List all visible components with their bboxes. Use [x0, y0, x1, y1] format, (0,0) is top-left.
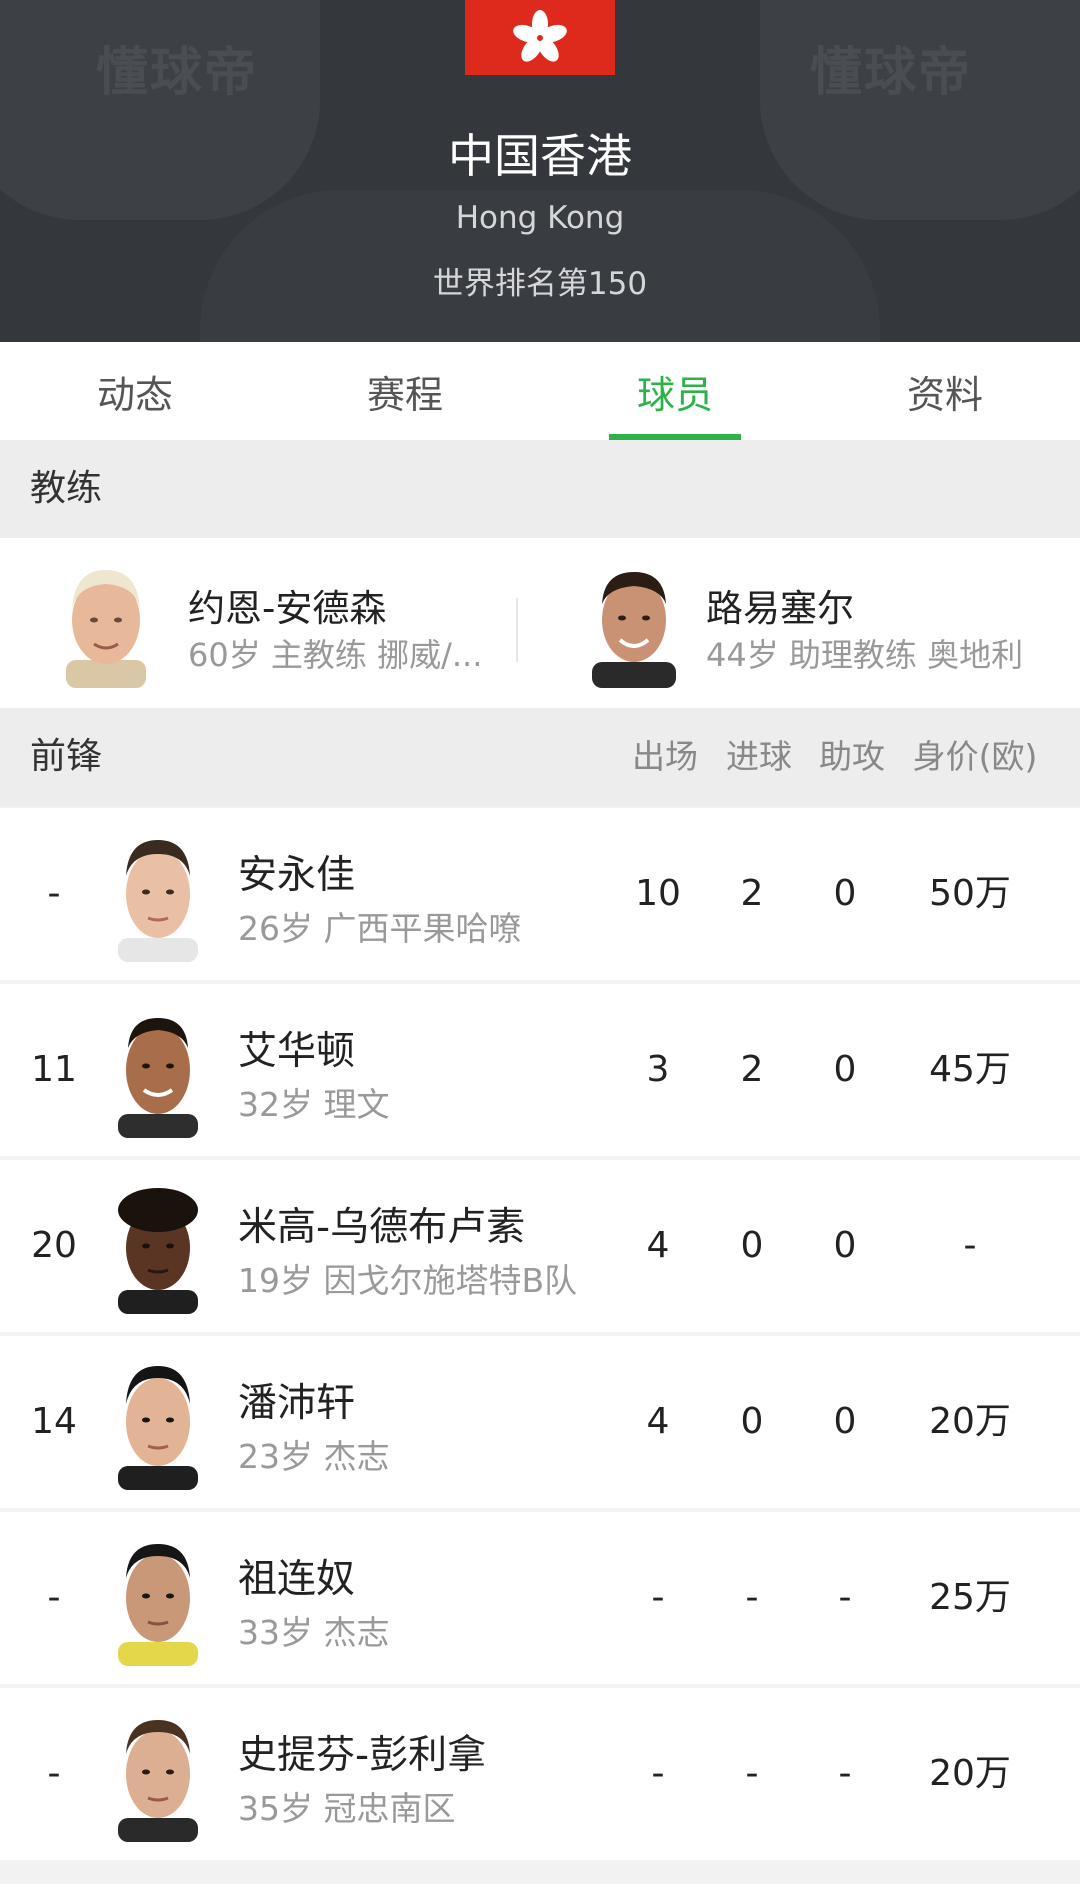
bauhinia-flower-icon: [513, 9, 567, 62]
stat-apps: 3: [646, 1049, 670, 1090]
team-name-en: Hong Kong: [455, 200, 625, 236]
column-header-apps: 出场: [632, 737, 698, 776]
shirt-number: -: [47, 1753, 61, 1794]
forward-section-header: 前锋 出场 进球 助攻 身价(欧): [0, 708, 1080, 806]
stat-value: -: [963, 1225, 977, 1266]
stat-value: 25万: [929, 1577, 1011, 1618]
player-name: 安永佳: [238, 853, 356, 898]
player-info: 19岁 因戈尔施塔特B队: [238, 1261, 578, 1300]
player-name: 米高-乌德布卢素: [238, 1205, 526, 1250]
coach-card[interactable]: 约恩-安德森 60岁 主教练 挪威/...: [0, 538, 516, 708]
coach-info: 44岁 助理教练 奥地利: [706, 636, 1024, 674]
stat-goals: -: [745, 1577, 759, 1618]
section-title: 前锋: [30, 736, 103, 777]
tab-news[interactable]: 动态: [0, 342, 270, 440]
coach-avatar: [66, 570, 146, 688]
stat-value: 45万: [929, 1049, 1011, 1090]
stat-apps: -: [651, 1577, 665, 1618]
stat-goals: 0: [740, 1225, 764, 1266]
stat-apps: 4: [646, 1225, 670, 1266]
coach-name: 约恩-安德森: [188, 587, 387, 630]
stat-value: 50万: [929, 873, 1011, 914]
stat-assists: 0: [833, 1049, 857, 1090]
coach-list: 约恩-安德森 60岁 主教练 挪威/... 路易塞尔 44岁 助理教练 奥地利: [0, 538, 1080, 708]
stat-goals: 0: [740, 1401, 764, 1442]
stat-assists: 0: [833, 873, 857, 914]
stat-value: 20万: [929, 1753, 1011, 1794]
shirt-number: 11: [31, 1049, 77, 1090]
shirt-number: 14: [31, 1401, 77, 1442]
watermark-left: 懂球帝: [96, 43, 259, 103]
player-row[interactable]: - 史提芬-彭利拿 35岁 冠忠南区 - - - 20万: [0, 1688, 1080, 1860]
player-avatar: [118, 1188, 198, 1314]
shirt-number: 20: [31, 1225, 77, 1266]
stat-apps: 10: [635, 873, 681, 914]
player-row[interactable]: 14 潘沛轩 23岁 杰志 4 0 0 20万: [0, 1336, 1080, 1508]
stat-value: 20万: [929, 1401, 1011, 1442]
player-row[interactable]: 11 艾华顿 32岁 理文 3 2 0 45万: [0, 984, 1080, 1156]
shirt-number: -: [47, 873, 61, 914]
stat-apps: -: [651, 1753, 665, 1794]
tab-players[interactable]: 球员: [540, 342, 810, 440]
stat-goals: -: [745, 1753, 759, 1794]
player-row[interactable]: - 祖连奴 33岁 杰志 - - - 25万: [0, 1512, 1080, 1684]
coach-avatar: [592, 572, 676, 688]
section-title: 教练: [30, 468, 103, 509]
stat-assists: 0: [833, 1401, 857, 1442]
player-avatar: [118, 1018, 198, 1138]
player-info: 32岁 理文: [238, 1085, 390, 1124]
column-header-assists: 助攻: [819, 737, 885, 776]
team-header: 懂球帝 懂球帝 中国香港 Hong Kong 世界排名第150: [0, 0, 1080, 342]
watermark-right: 懂球帝: [810, 43, 973, 103]
tab-schedule[interactable]: 赛程: [270, 342, 540, 440]
player-avatar: [118, 1544, 198, 1666]
stat-assists: -: [838, 1753, 852, 1794]
player-name: 潘沛轩: [238, 1381, 356, 1426]
team-name: 中国香港: [448, 129, 632, 183]
stat-goals: 2: [740, 873, 764, 914]
tab-bar: 动态 赛程 球员 资料: [0, 342, 1080, 440]
stat-goals: 2: [740, 1049, 764, 1090]
player-name: 艾华顿: [238, 1029, 356, 1074]
stat-assists: 0: [833, 1225, 857, 1266]
team-flag: [465, 0, 615, 75]
player-name: 史提芬-彭利拿: [238, 1733, 487, 1778]
coach-card[interactable]: 路易塞尔 44岁 助理教练 奥地利: [518, 538, 1080, 708]
coach-section-header: 教练: [0, 440, 1080, 538]
stat-assists: -: [838, 1577, 852, 1618]
column-header-value: 身价(欧): [912, 737, 1038, 776]
player-info: 26岁 广西平果哈嘹: [238, 909, 522, 948]
player-name: 祖连奴: [238, 1557, 356, 1602]
player-row[interactable]: - 安永佳 26岁 广西平果哈嘹 10 2 0 50万: [0, 808, 1080, 980]
player-info: 23岁 杰志: [238, 1437, 390, 1476]
shirt-number: -: [47, 1577, 61, 1618]
coach-name: 路易塞尔: [706, 587, 854, 630]
player-avatar: [118, 840, 198, 962]
column-header-goals: 进球: [726, 737, 792, 776]
world-ranking: 世界排名第150: [432, 266, 648, 302]
player-avatar: [118, 1366, 198, 1490]
player-avatar: [118, 1720, 198, 1842]
player-info: 33岁 杰志: [238, 1613, 390, 1652]
player-info: 35岁 冠忠南区: [238, 1789, 456, 1828]
player-row[interactable]: 20 米高-乌德布卢素 19岁 因戈尔施塔特B队 4 0 0 -: [0, 1160, 1080, 1332]
coach-info: 60岁 主教练 挪威/...: [188, 636, 483, 674]
stat-apps: 4: [646, 1401, 670, 1442]
tab-info[interactable]: 资料: [810, 342, 1080, 440]
